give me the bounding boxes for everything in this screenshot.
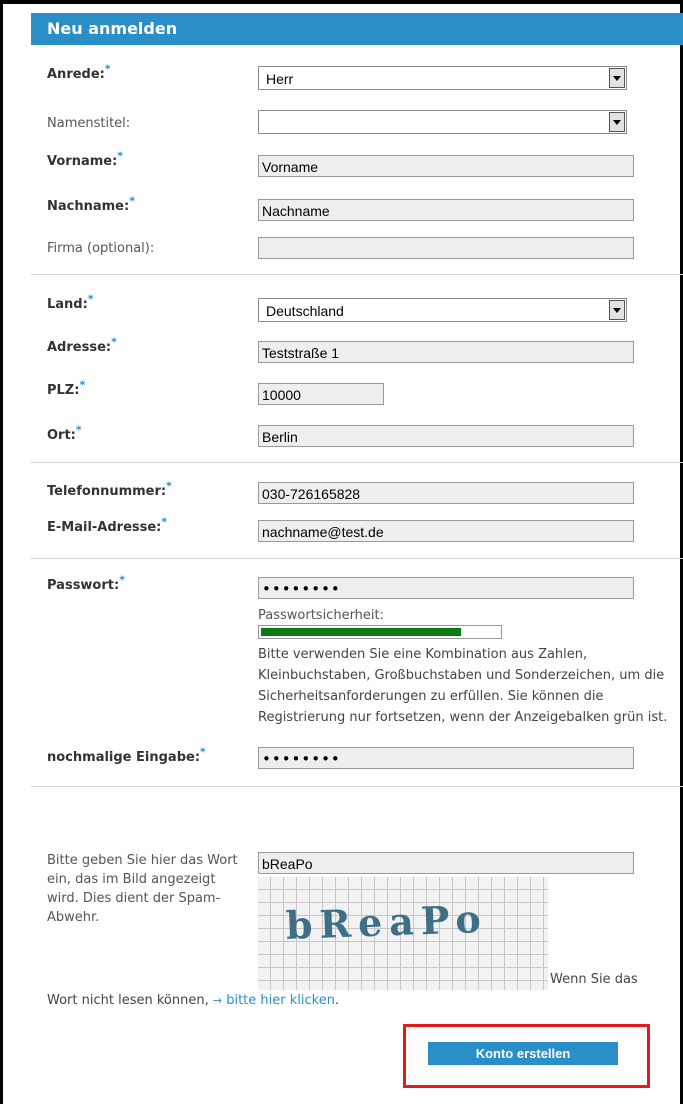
zip-input[interactable]: 10000 [258, 383, 384, 405]
phone-input[interactable]: 030-726165828 [258, 482, 634, 504]
city-input[interactable]: Berlin [258, 425, 634, 447]
phone-label: Telefonnummer:* [47, 479, 172, 499]
section-divider [31, 558, 683, 559]
section-divider [31, 786, 683, 787]
salutation-select[interactable]: Herr [258, 66, 627, 90]
section-divider [31, 274, 683, 275]
password-strength-bar [258, 625, 502, 639]
email-label: E-Mail-Adresse:* [47, 515, 168, 535]
salutation-label: Anrede:* [47, 62, 111, 82]
required-marker: * [104, 62, 111, 76]
password-help-text: Bitte verwenden Sie eine Kombination aus… [258, 647, 668, 725]
captcha-input[interactable]: bReaPo [258, 852, 634, 874]
form-title: Neu anmelden [47, 19, 178, 38]
firstname-label: Vorname:* [47, 149, 124, 169]
zip-label: PLZ:* [47, 378, 86, 398]
captcha-image: bReaPo [258, 877, 548, 990]
password-repeat-label: nochmalige Eingabe:* [47, 745, 206, 765]
required-marker: * [111, 335, 117, 349]
required-marker: * [87, 292, 94, 306]
title-select[interactable] [258, 110, 627, 134]
required-marker: * [79, 378, 86, 392]
password-input[interactable]: •••••••• [258, 577, 634, 599]
company-input[interactable] [258, 237, 634, 259]
captcha-word: bReaPo [285, 896, 488, 948]
lastname-label: Nachname:* [47, 194, 135, 214]
registration-form: Anrede:* Herr Namenstitel: Vorname:* Vor… [31, 45, 683, 1104]
salutation-value: Herr [266, 71, 294, 87]
captcha-instruction: Bitte geben Sie hier das Wort ein, das i… [47, 853, 238, 925]
title-label: Namenstitel: [47, 116, 131, 131]
required-marker: * [117, 149, 124, 163]
city-label: Ort:* [47, 423, 82, 443]
password-label: Passwort:* [47, 573, 125, 593]
captcha-refresh-link[interactable]: → bitte hier klicken [213, 993, 335, 1008]
arrow-right-icon: → [212, 994, 223, 1007]
email-input[interactable]: nachname@test.de [258, 520, 634, 542]
country-value: Deutschland [266, 303, 344, 319]
firstname-input[interactable]: Vorname [258, 155, 634, 177]
company-label: Firma (optional): [47, 241, 155, 256]
create-account-button[interactable]: Konto erstellen [428, 1042, 618, 1065]
required-marker: * [161, 515, 168, 529]
required-marker: * [200, 745, 206, 759]
dropdown-arrow-icon[interactable] [609, 300, 625, 320]
section-divider [31, 462, 683, 463]
address-input[interactable]: Teststraße 1 [258, 341, 634, 363]
dropdown-arrow-icon[interactable] [609, 68, 625, 88]
required-marker: * [166, 479, 172, 493]
form-header: Neu anmelden [31, 13, 683, 45]
address-label: Adresse:* [47, 335, 117, 355]
lastname-input[interactable]: Nachname [258, 199, 634, 221]
captcha-hint-line: Wort nicht lesen können, → bitte hier kl… [47, 993, 340, 1008]
dropdown-arrow-icon[interactable] [609, 112, 625, 132]
password-strength-fill [261, 628, 461, 636]
required-marker: * [119, 573, 125, 587]
country-select[interactable]: Deutschland [258, 298, 627, 322]
captcha-hint: Wenn Sie das [550, 972, 638, 987]
password-strength-label: Passwortsicherheit: [258, 608, 385, 623]
password-repeat-input[interactable]: •••••••• [258, 747, 634, 769]
country-label: Land:* [47, 292, 94, 312]
required-marker: * [129, 194, 135, 208]
required-marker: * [75, 423, 82, 437]
